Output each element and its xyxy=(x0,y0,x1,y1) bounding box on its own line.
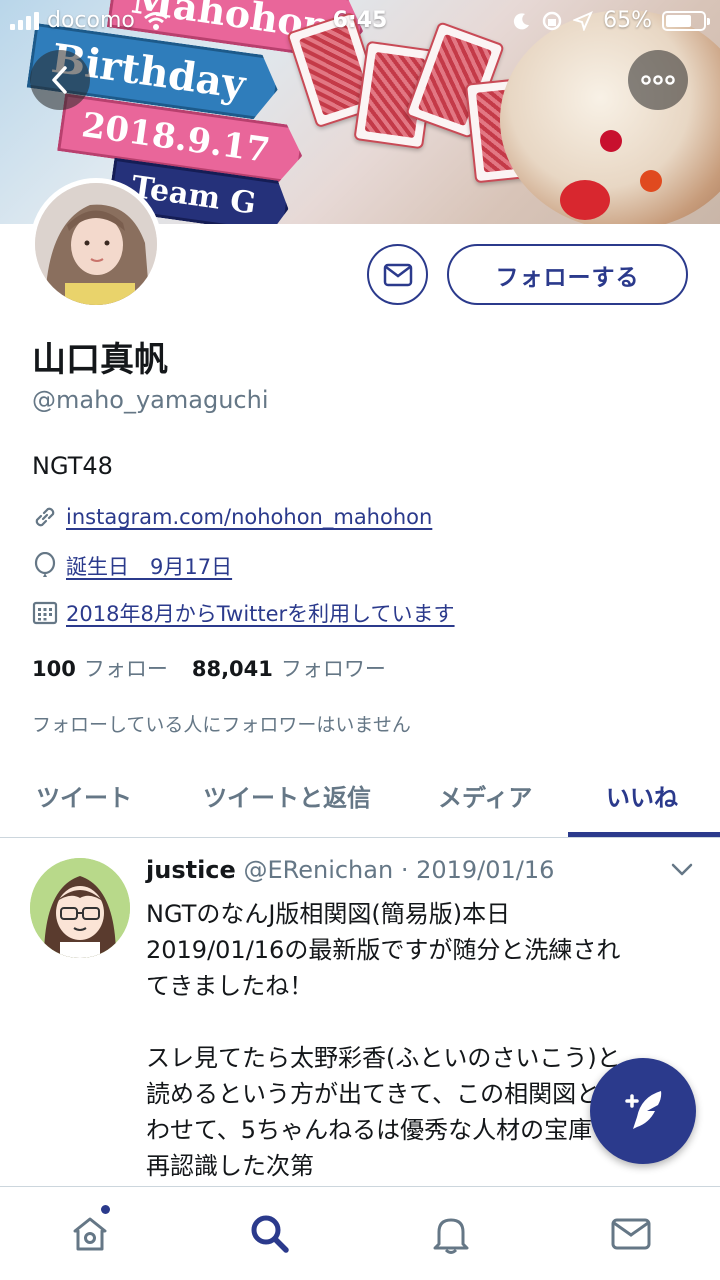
back-button[interactable] xyxy=(30,50,90,110)
profile-birthday-row: 誕生日 9月17日 xyxy=(32,551,232,581)
ellipsis-icon xyxy=(641,75,675,85)
location-icon xyxy=(573,10,594,31)
profile-joined: 2018年8月からTwitterを利用しています xyxy=(66,602,455,626)
tab-media[interactable]: メディア xyxy=(438,778,532,813)
search-icon xyxy=(251,1215,289,1253)
tweet-line xyxy=(146,1004,706,1040)
tweet-line: 2019/01/16の最新版ですが随分と洗練され xyxy=(146,936,621,964)
active-tab-indicator xyxy=(568,832,720,837)
envelope-icon xyxy=(383,263,412,286)
tweet-username[interactable]: @ERenichan xyxy=(243,856,393,884)
profile-link-row[interactable]: instagram.com/nohohon_mahohon xyxy=(32,504,432,530)
profile-birthday: 誕生日 9月17日 xyxy=(66,555,233,579)
nav-messages[interactable] xyxy=(608,1211,654,1257)
bell-icon xyxy=(433,1218,469,1254)
status-bar: docomo 6:45 65% xyxy=(0,0,720,40)
chevron-down-icon[interactable] xyxy=(670,862,694,878)
cartoon-avatar xyxy=(30,858,130,958)
follow-button[interactable]: フォローする xyxy=(447,244,688,305)
fruit xyxy=(600,130,622,152)
bottom-navigation xyxy=(0,1186,720,1280)
profile-stats: 100 フォロー 88,041 フォロワー xyxy=(32,653,386,683)
fruit xyxy=(640,170,662,192)
tweet-display-name[interactable]: justice xyxy=(146,856,236,884)
tab-tweets-and-replies[interactable]: ツイートと返信 xyxy=(203,778,371,813)
battery-percent: 65% xyxy=(603,8,652,33)
compose-tweet-button[interactable] xyxy=(590,1058,696,1164)
profile-tabs: ツイート ツイートと返信 メディア いいね xyxy=(0,760,720,838)
balloon-icon xyxy=(34,552,56,577)
battery-icon xyxy=(662,10,710,31)
tweet-header: justice @ERenichan · 2019/01/16 xyxy=(146,856,554,884)
profile-bio: NGT48 xyxy=(32,452,113,480)
profile-handle: @maho_yamaguchi xyxy=(32,386,269,414)
tab-likes[interactable]: いいね xyxy=(606,778,678,813)
nav-home[interactable] xyxy=(67,1211,113,1257)
profile-link[interactable]: instagram.com/nohohon_mahohon xyxy=(66,505,432,529)
profile-joined-row: 2018年8月からTwitterを利用しています xyxy=(32,598,455,628)
home-notification-dot xyxy=(101,1205,110,1214)
home-icon xyxy=(73,1217,107,1251)
tweet-date: · 2019/01/16 xyxy=(400,856,555,884)
more-options-button[interactable] xyxy=(628,50,688,110)
followers-stat[interactable]: 88,041 フォロワー xyxy=(192,653,386,683)
calendar-icon xyxy=(32,601,58,625)
nav-search[interactable] xyxy=(247,1211,293,1257)
message-button[interactable] xyxy=(367,244,428,305)
moon-icon xyxy=(513,12,530,29)
mail-icon xyxy=(611,1218,651,1250)
link-icon xyxy=(35,507,55,527)
tweet-line: NGTのなんJ版相関図(簡易版)本日 xyxy=(146,900,511,928)
profile-photo xyxy=(35,183,157,305)
nav-notifications[interactable] xyxy=(428,1211,474,1257)
tab-tweets[interactable]: ツイート xyxy=(36,778,132,813)
fruit xyxy=(560,180,610,220)
tweet-author-avatar[interactable] xyxy=(30,858,130,958)
cake-plate xyxy=(500,10,720,224)
rotation-lock-icon xyxy=(542,11,562,30)
feather-plus-icon xyxy=(625,1091,662,1129)
tweet-line: てきましたね！ xyxy=(146,972,314,1000)
mutual-followers-note: フォローしている人にフォロワーはいません xyxy=(32,714,411,736)
profile-name: 山口真帆 xyxy=(32,340,168,380)
chevron-left-icon xyxy=(52,66,67,94)
following-stat[interactable]: 100 フォロー xyxy=(32,653,168,683)
profile-avatar[interactable] xyxy=(30,178,162,310)
